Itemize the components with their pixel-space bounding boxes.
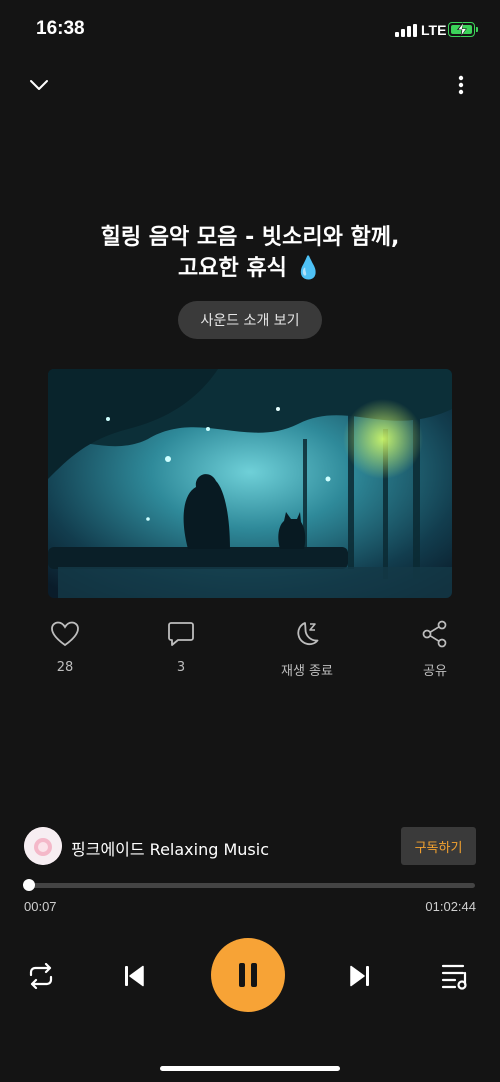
network-label: LTE: [421, 22, 447, 38]
more-options-button[interactable]: [448, 70, 474, 100]
subscribe-button[interactable]: 구독하기: [401, 827, 476, 865]
sound-intro-button[interactable]: 사운드 소개 보기: [178, 301, 322, 339]
progress-bar[interactable]: [22, 879, 475, 891]
track-title-line2: 고요한 휴식 💧: [178, 256, 322, 281]
playback-controls: [0, 938, 500, 1014]
heart-icon: [51, 621, 79, 647]
pause-button[interactable]: [211, 938, 285, 1012]
share-label: 공유: [423, 664, 447, 679]
previous-icon: [125, 965, 144, 987]
playlist-button[interactable]: [438, 960, 474, 992]
album-artwork: [48, 369, 452, 598]
next-button[interactable]: [344, 960, 376, 992]
share-button[interactable]: 공유: [395, 620, 475, 679]
signal-icon: [395, 24, 417, 37]
previous-button[interactable]: [118, 960, 150, 992]
playlist-icon: [441, 964, 467, 990]
share-icon: [422, 620, 447, 648]
comment-button[interactable]: 3: [141, 620, 221, 675]
collapse-button[interactable]: [24, 70, 54, 100]
action-bar: 28 3 재생 종료 공유: [0, 620, 500, 690]
like-count: 28: [56, 660, 74, 675]
next-icon: [350, 965, 369, 987]
sleep-timer-button[interactable]: 재생 종료: [267, 620, 347, 679]
moon-sleep-icon: [297, 622, 319, 646]
track-title-line1: 힐링 음악 모음 - 빗소리와 함께,: [100, 225, 400, 250]
sleep-timer-label: 재생 종료: [281, 664, 333, 679]
progress-thumb[interactable]: [22, 879, 35, 891]
home-indicator: [160, 1066, 340, 1071]
more-vertical-icon: [458, 75, 464, 95]
total-time: 01:02:44: [425, 899, 476, 914]
channel-name[interactable]: 핑크에이드 Relaxing Music: [71, 836, 269, 860]
status-bar: 16:38 LTE: [0, 0, 500, 60]
current-time: 00:07: [24, 899, 57, 914]
comment-count: 3: [176, 660, 186, 675]
repeat-icon: [29, 963, 53, 989]
track-title: 힐링 음악 모음 - 빗소리와 함께, 고요한 휴식 💧: [40, 222, 460, 284]
charging-bolt-icon: [457, 22, 467, 37]
status-time: 16:38: [36, 18, 85, 39]
channel-avatar[interactable]: [24, 827, 62, 865]
like-button[interactable]: 28: [25, 620, 105, 675]
chevron-down-icon: [30, 80, 48, 90]
comment-icon: [168, 622, 194, 646]
repeat-button[interactable]: [24, 960, 58, 992]
channel-row: 핑크에이드 Relaxing Music 구독하기: [24, 826, 476, 866]
pause-icon: [239, 963, 257, 987]
